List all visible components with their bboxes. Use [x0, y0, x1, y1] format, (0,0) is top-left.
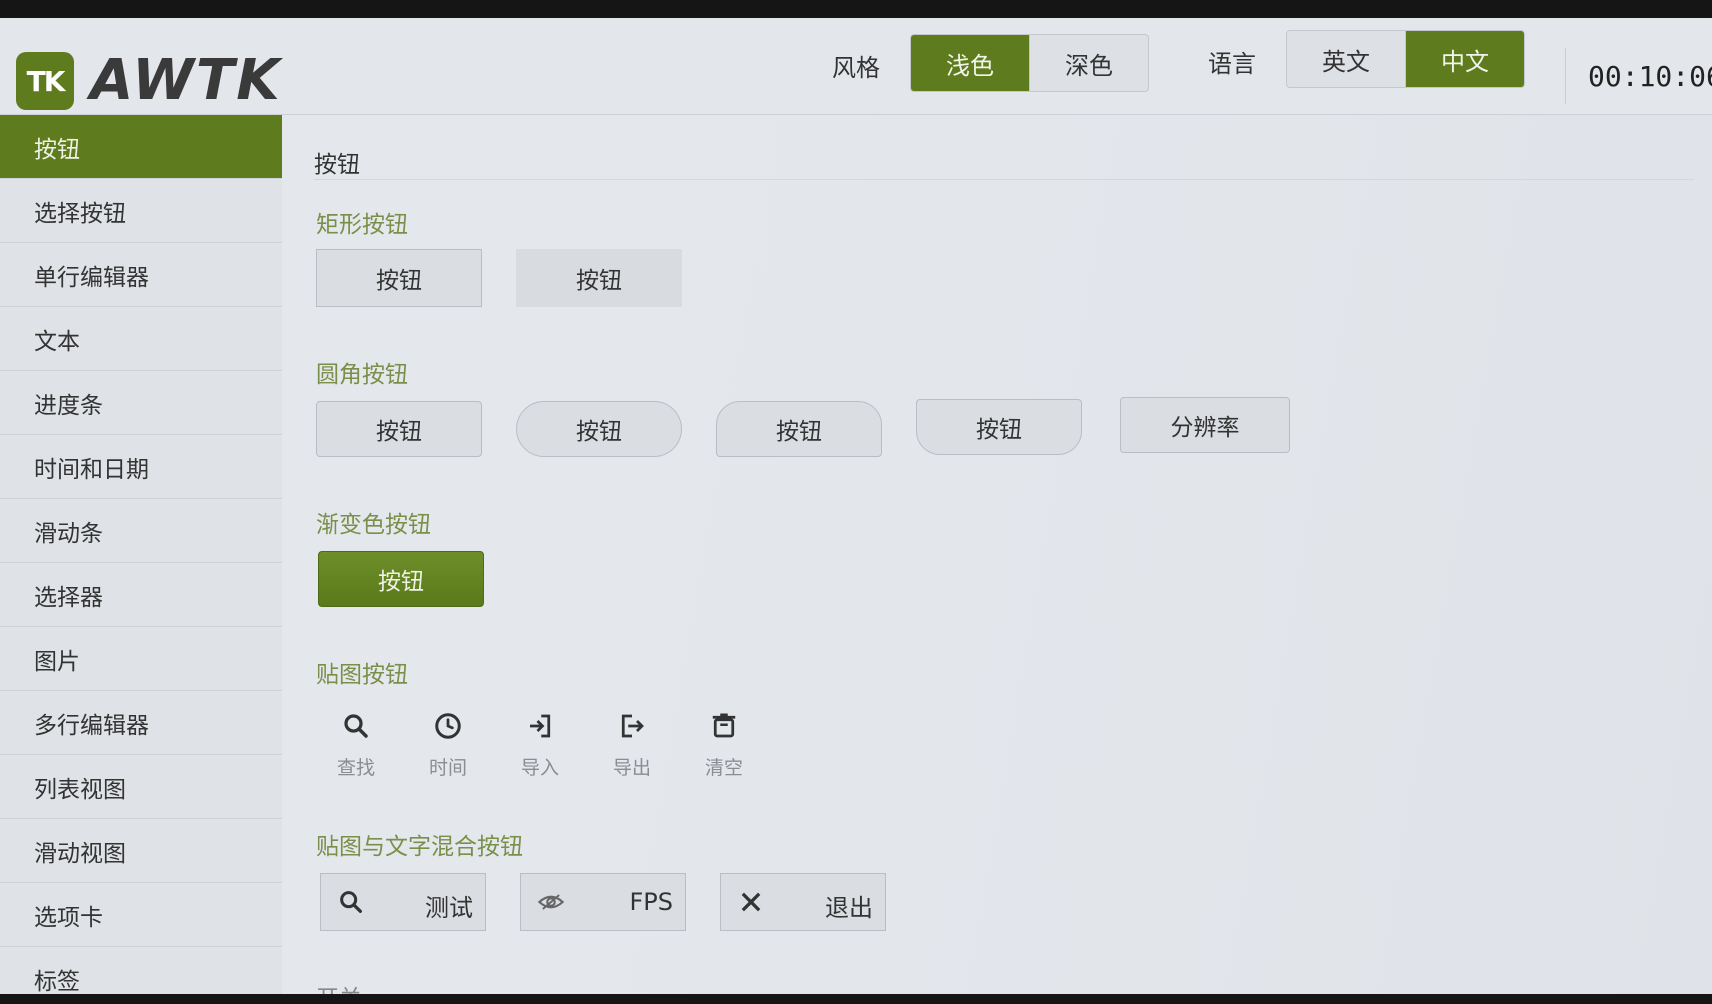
- image-button-label: 时间: [428, 757, 467, 779]
- language-toggle: 英文 中文: [1286, 30, 1525, 88]
- import-image-button[interactable]: 导入: [510, 711, 570, 791]
- section-title-image: 贴图按钮: [316, 662, 408, 688]
- image-button-label: 导出: [612, 757, 651, 779]
- search-image-button[interactable]: 查找: [326, 711, 386, 791]
- sidebar-item-picker[interactable]: 选择器: [0, 563, 282, 627]
- test-button-label: 测试: [425, 894, 473, 922]
- section-title-rect: 矩形按钮: [316, 212, 408, 238]
- sidebar-item-slide-view[interactable]: 滑动视图: [0, 819, 282, 883]
- sidebar-item-progress[interactable]: 进度条: [0, 371, 282, 435]
- sidebar-item-tabs[interactable]: 选项卡: [0, 883, 282, 947]
- style-light-button[interactable]: 浅色: [911, 35, 1029, 91]
- exit-button[interactable]: 退出: [720, 873, 886, 931]
- rect-button-1[interactable]: 按钮: [316, 249, 482, 307]
- trash-icon: [712, 713, 736, 738]
- sidebar-item-mledit[interactable]: 多行编辑器: [0, 691, 282, 755]
- sidebar-item-list-view[interactable]: 列表视图: [0, 755, 282, 819]
- section-title-round: 圆角按钮: [316, 362, 408, 388]
- exit-button-label: 退出: [825, 894, 873, 922]
- close-icon: [741, 892, 761, 912]
- fps-button[interactable]: FPS: [520, 873, 686, 931]
- sidebar-item-check-button[interactable]: 选择按钮: [0, 179, 282, 243]
- sidebar-item-text[interactable]: 文本: [0, 307, 282, 371]
- round-button-2[interactable]: 按钮: [516, 401, 682, 457]
- title-divider: [314, 179, 1694, 180]
- app-screen: TK AWTK 风格 浅色 深色 语言 英文 中文 00:10:06 按钮 选择…: [0, 18, 1712, 994]
- resolution-button[interactable]: 分辨率: [1120, 397, 1290, 453]
- section-title-mixed: 贴图与文字混合按钮: [316, 834, 523, 860]
- search-icon: [340, 891, 362, 913]
- image-button-label: 导入: [520, 757, 559, 779]
- section-title-gradient: 渐变色按钮: [316, 512, 431, 538]
- logo-badge: TK: [16, 52, 74, 110]
- clock-image-button[interactable]: 时间: [418, 711, 478, 791]
- export-image-button[interactable]: 导出: [602, 711, 662, 791]
- round-button-1[interactable]: 按钮: [316, 401, 482, 457]
- section-title-switch: 开关: [316, 979, 362, 994]
- style-dark-button[interactable]: 深色: [1029, 35, 1148, 91]
- sidebar-item-edit[interactable]: 单行编辑器: [0, 243, 282, 307]
- eye-icon: [537, 894, 565, 910]
- header-divider: [1565, 48, 1566, 104]
- style-toggle: 浅色 深色: [910, 34, 1149, 92]
- import-icon: [530, 714, 551, 738]
- rect-button-2[interactable]: 按钮: [516, 249, 682, 307]
- sidebar-item-datetime[interactable]: 时间和日期: [0, 435, 282, 499]
- round-button-3[interactable]: 按钮: [716, 401, 882, 457]
- sidebar-item-button[interactable]: 按钮: [0, 115, 282, 179]
- language-chinese-button[interactable]: 中文: [1405, 31, 1524, 87]
- top-bar: TK AWTK 风格 浅色 深色 语言 英文 中文 00:10:06: [0, 18, 1712, 115]
- sidebar-item-label[interactable]: 标签: [0, 947, 282, 995]
- sidebar: 按钮 选择按钮 单行编辑器 文本 进度条 时间和日期 滑动条 选择器 图片 多行…: [0, 115, 282, 994]
- language-english-button[interactable]: 英文: [1287, 31, 1405, 87]
- style-label: 风格: [832, 54, 880, 82]
- sidebar-item-image[interactable]: 图片: [0, 627, 282, 691]
- clear-image-button[interactable]: 清空: [694, 711, 754, 791]
- round-button-4[interactable]: 按钮: [916, 399, 1082, 455]
- search-icon: [344, 714, 368, 738]
- clock-icon: [435, 713, 461, 739]
- main-content: 按钮 矩形按钮 按钮 按钮 圆角按钮 按钮 按钮 按钮 按钮 分辨率 渐变色按钮…: [282, 115, 1712, 994]
- export-icon: [621, 714, 644, 738]
- page-title: 按钮: [314, 152, 360, 178]
- gradient-button[interactable]: 按钮: [318, 551, 484, 607]
- sidebar-item-slider[interactable]: 滑动条: [0, 499, 282, 563]
- fps-button-label: FPS: [629, 888, 673, 916]
- clock: 00:10:06: [1588, 60, 1712, 93]
- image-button-label: 清空: [704, 757, 743, 779]
- logo-text: AWTK: [90, 48, 282, 113]
- image-button-label: 查找: [336, 757, 375, 779]
- test-button[interactable]: 测试: [320, 873, 486, 931]
- language-label: 语言: [1208, 50, 1256, 78]
